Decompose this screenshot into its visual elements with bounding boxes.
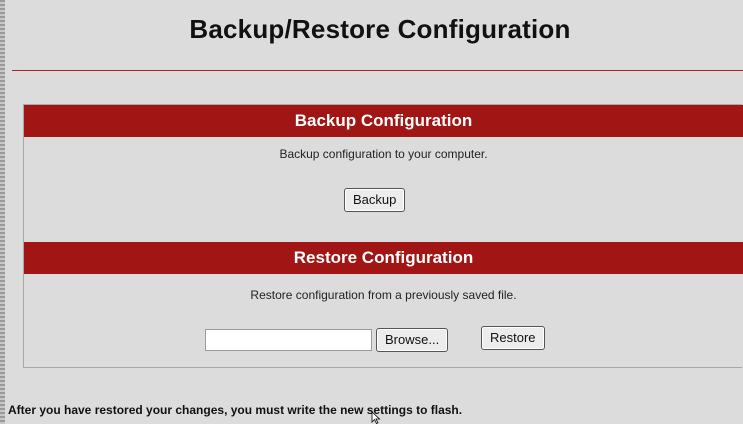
backup-section-header: Backup Configuration: [24, 105, 743, 137]
backup-description: Backup configuration to your computer.: [279, 147, 488, 161]
restore-file-path-input[interactable]: [205, 329, 372, 351]
restore-button[interactable]: Restore: [481, 326, 545, 350]
restore-description: Restore configuration from a previously …: [250, 288, 517, 302]
browse-button[interactable]: Browse...: [376, 328, 449, 352]
title-divider: [12, 70, 743, 71]
frame-left-border: [0, 0, 5, 424]
config-panel: Backup Configuration Backup configuratio…: [23, 104, 743, 368]
backup-button[interactable]: Backup: [344, 188, 406, 212]
footer-note: After you have restored your changes, yo…: [8, 403, 463, 417]
mouse-pointer-icon: [371, 412, 381, 424]
page-title: Backup/Restore Configuration: [189, 14, 571, 44]
backup-section-body: Backup configuration to your computer. B…: [24, 137, 743, 241]
restore-section-header: Restore Configuration: [24, 242, 743, 274]
